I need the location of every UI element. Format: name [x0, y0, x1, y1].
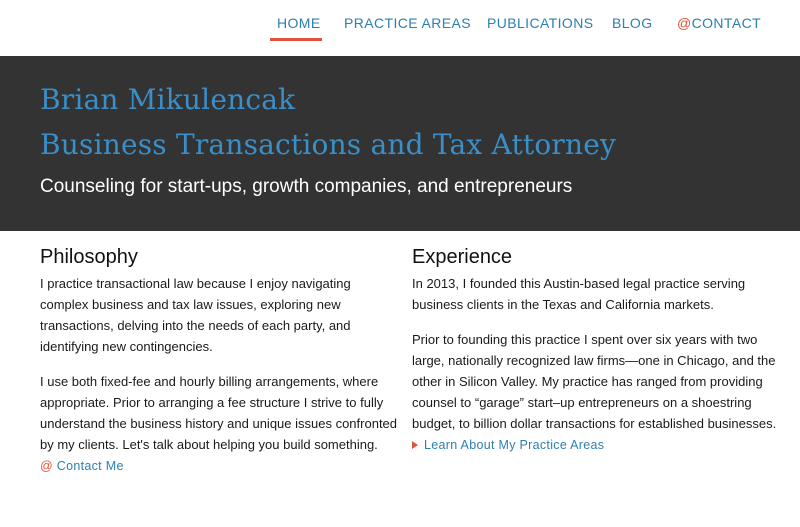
contact-me-label: Contact Me: [56, 459, 124, 473]
at-icon: @: [677, 15, 692, 31]
nav-home[interactable]: HOME: [277, 15, 321, 31]
experience-paragraph-2: Prior to founding this practice I spent …: [412, 332, 777, 431]
nav-contact[interactable]: @CONTACT: [677, 15, 761, 31]
nav-publications[interactable]: PUBLICATIONS: [487, 15, 593, 31]
triangle-right-icon: [412, 441, 418, 449]
experience-section: Experience In 2013, I founded this Austi…: [412, 246, 782, 452]
active-nav-indicator: [270, 38, 322, 41]
philosophy-heading: Philosophy: [40, 246, 138, 268]
hero-banner: Brian Mikulencak Business Transactions a…: [0, 56, 800, 231]
contact-me-link[interactable]: @ Contact Me: [40, 459, 400, 473]
hero-role: Business Transactions and Tax Attorney: [40, 128, 617, 161]
hero-tagline: Counseling for start-ups, growth compani…: [40, 176, 573, 197]
nav-contact-label: CONTACT: [691, 15, 762, 31]
practice-areas-link[interactable]: Learn About My Practice Areas: [412, 438, 782, 452]
experience-heading: Experience: [412, 246, 513, 268]
at-icon: @: [40, 459, 53, 473]
main-nav: HOME PRACTICE AREAS PUBLICATIONS BLOG @C…: [0, 0, 800, 56]
nav-practice-areas[interactable]: PRACTICE AREAS: [344, 15, 471, 31]
hero-name: Brian Mikulencak: [40, 83, 296, 116]
experience-paragraph-1: In 2013, I founded this Austin-based leg…: [412, 276, 746, 312]
philosophy-paragraph-2: I use both fixed-fee and hourly billing …: [40, 374, 398, 452]
philosophy-paragraph-1: I practice transactional law because I e…: [40, 276, 351, 354]
philosophy-section: Philosophy I practice transactional law …: [40, 246, 400, 473]
practice-areas-link-label: Learn About My Practice Areas: [424, 438, 605, 452]
nav-blog[interactable]: BLOG: [612, 15, 653, 31]
